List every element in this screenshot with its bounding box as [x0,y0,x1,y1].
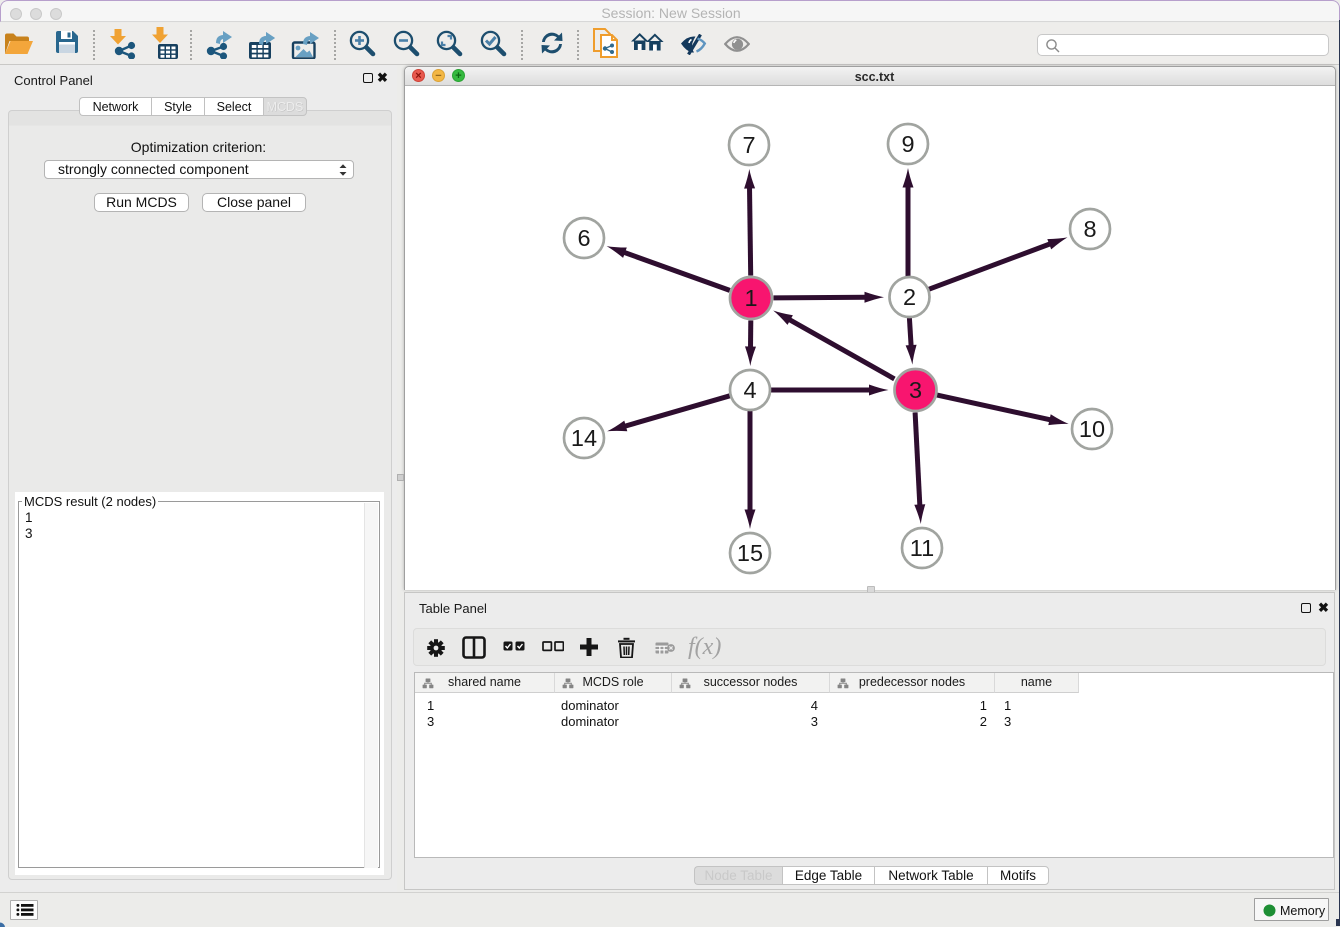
svg-text:10: 10 [1079,416,1105,442]
svg-text:15: 15 [737,540,763,566]
svg-text:6: 6 [577,225,590,251]
svg-text:7: 7 [742,132,755,158]
svg-text:3: 3 [909,377,922,403]
svg-text:9: 9 [901,131,914,157]
svg-text:8: 8 [1083,216,1096,242]
svg-text:1: 1 [744,285,757,311]
svg-text:2: 2 [903,284,916,310]
svg-text:4: 4 [743,377,756,403]
svg-text:14: 14 [571,425,597,451]
svg-text:11: 11 [910,535,934,561]
